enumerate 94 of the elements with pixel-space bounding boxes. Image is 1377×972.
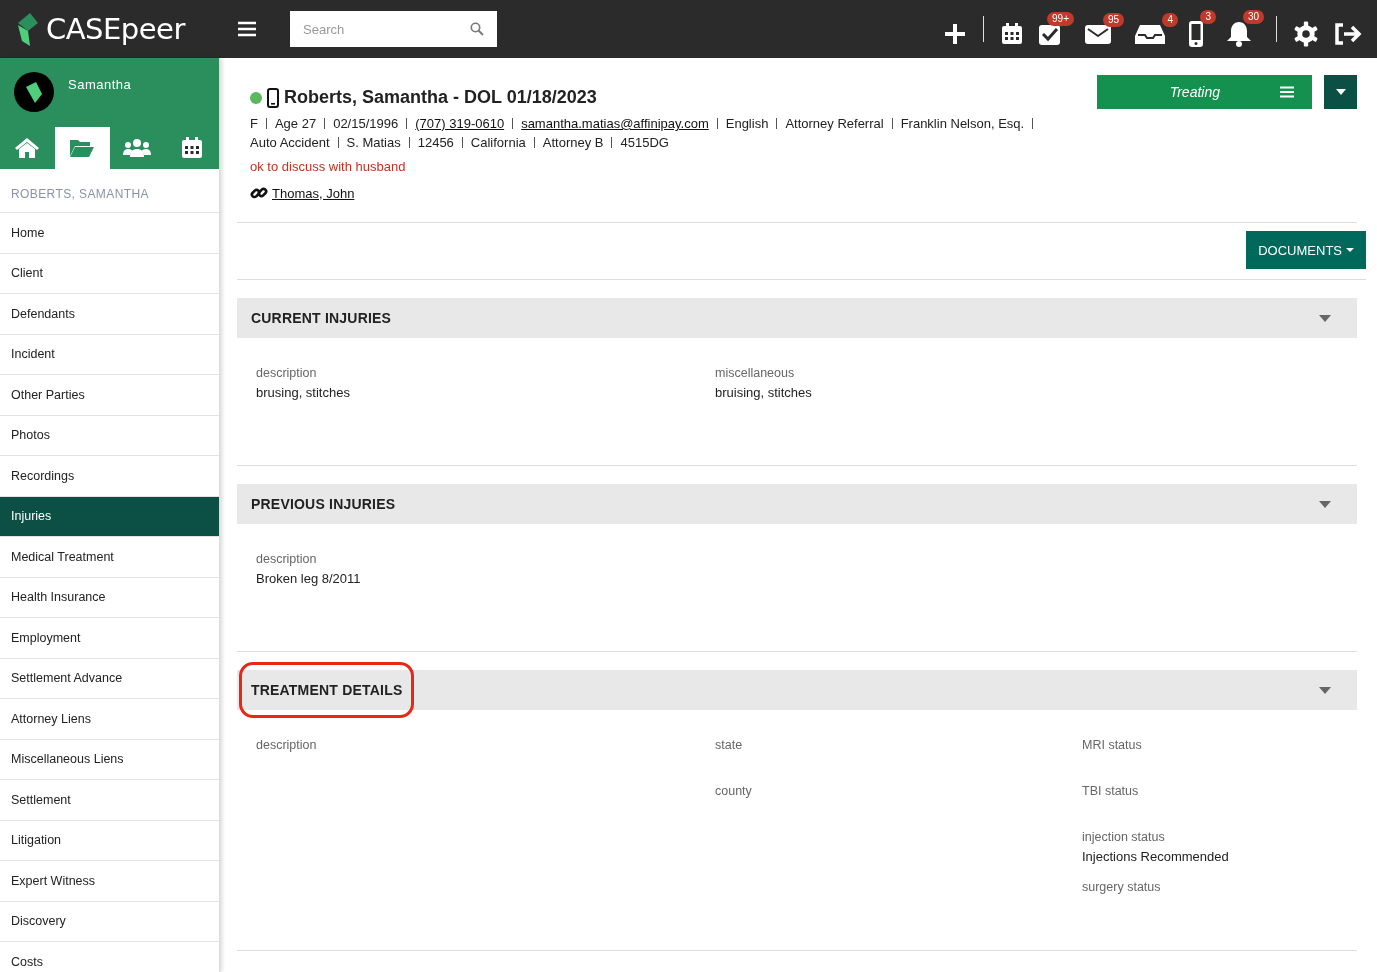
count-badge: 95 [1102,13,1124,27]
detail-text: Attorney B [542,135,604,150]
case-title: Roberts, Samantha - DOL 01/18/2023 [284,87,597,108]
dropdown-button[interactable] [1324,75,1357,109]
logout-icon [1333,22,1363,46]
search-icon [470,22,484,36]
envelope-button[interactable]: 95 [1082,13,1124,45]
section-title: CURRENT INJURIES [251,309,392,328]
sidebar-item[interactable]: Costs [0,942,219,972]
sidebar-item[interactable]: Other Parties [0,375,219,416]
settings-icon [1293,21,1319,47]
detail-text: 4515DG [620,135,669,150]
sidebar-item[interactable]: Injuries [0,496,219,537]
sidebar-item[interactable]: Settlement Advance [0,658,219,699]
caret-icon [1319,500,1331,508]
calendar-icon [179,135,204,161]
documents-button[interactable]: DOCUMENTS [1246,231,1366,269]
related-contact-link[interactable]: Thomas, John [272,185,355,201]
checkbox-icon [1038,22,1062,46]
count-badge: 3 [1200,10,1216,24]
avatar-icon [14,72,54,115]
search-field[interactable]: Search [290,11,497,47]
section-title: PREVIOUS INJURIES [251,495,396,514]
detail-text: Attorney Referral [785,116,884,131]
count-badge: 30 [1242,10,1264,24]
sidebar-item[interactable]: Employment [0,618,219,659]
field-label: description [256,552,318,566]
sidebar-item[interactable]: Miscellaneous Liens [0,739,219,780]
sidebar-item[interactable]: Settlement [0,780,219,821]
checkbox-button[interactable]: 99+ [1036,12,1074,46]
inbox-button[interactable]: 4 [1132,13,1178,45]
case-note: ok to discuss with husband [250,159,407,174]
inbox-icon [1134,23,1166,45]
field-value: Broken leg 8/2011 [256,571,362,586]
field-label: MRI status [1082,738,1143,752]
detail-text: English [725,116,769,131]
sidebar-item[interactable]: Photos [0,415,219,456]
detail-text: Franklin Nelson, Esq. [900,116,1025,131]
field-label: county [715,784,753,798]
logo-text: CASEpeer [46,12,185,46]
sidebar-item[interactable]: Home [0,213,219,254]
envelope-icon [1084,23,1112,45]
field-label: description [256,366,318,380]
calendar-icon [1000,21,1024,47]
detail-text: California [470,135,526,150]
sidebar-item[interactable]: Medical Treatment [0,537,219,578]
field-value: brusing, stitches [256,385,351,400]
count-badge: 99+ [1047,12,1074,26]
caret-icon [1335,89,1346,95]
plus-icon [943,22,967,46]
phone-icon [1188,20,1204,48]
sidebar-item[interactable]: Incident [0,334,219,375]
caret-icon [1319,314,1331,322]
field-label: surgery status [1082,880,1162,894]
field-label: state [715,738,744,752]
home-icon [14,137,41,159]
case-name: ROBERTS, SAMANTHA [0,169,219,213]
field-label: injection status [1082,830,1166,844]
phone-icon [267,87,279,108]
sidebar-item[interactable]: Attorney Liens [0,699,219,740]
field-label: TBI status [1082,784,1140,798]
count-badge: 4 [1162,13,1178,27]
sidebar-item[interactable]: Litigation [0,820,219,861]
caret-icon [1319,686,1331,694]
detail-link[interactable]: (707) 319-0610 [415,116,505,131]
section-title: TREATMENT DETAILS [251,681,403,700]
sidebar-item[interactable]: Defendants [0,294,219,335]
detail-link[interactable]: samantha.matias@affinipay.com [521,116,709,131]
sidebar-item[interactable]: Health Insurance [0,577,219,618]
field-label: description [256,738,318,752]
people-icon [122,138,151,158]
field-label: miscellaneous [715,366,796,380]
detail-text: 12456 [417,135,454,150]
logo-icon [16,11,40,47]
menu-icon [1280,86,1294,98]
sidebar-item[interactable]: Discovery [0,901,219,942]
sidebar-item[interactable]: Expert Witness [0,861,219,902]
bell-icon [1226,20,1252,48]
detail-text: Age 27 [274,116,317,131]
detail-text: F [250,116,258,131]
detail-text: S. Matias [346,135,401,150]
field-value: bruising, stitches [715,385,813,400]
status-button[interactable]: Treating [1097,75,1312,109]
sidebar-item[interactable]: Client [0,253,219,294]
user-name: Samantha [68,77,132,92]
folder-icon [69,138,96,158]
section-header[interactable] [237,670,1357,710]
bell-button[interactable]: 30 [1224,10,1264,48]
field-value: Injections Recommended [1082,849,1230,864]
sidebar-item[interactable]: Recordings [0,456,219,497]
phone-button[interactable]: 3 [1186,10,1216,48]
detail-text: Auto Accident [250,135,330,150]
detail-text: 02/15/1996 [333,116,399,131]
caret-icon [1346,248,1354,252]
